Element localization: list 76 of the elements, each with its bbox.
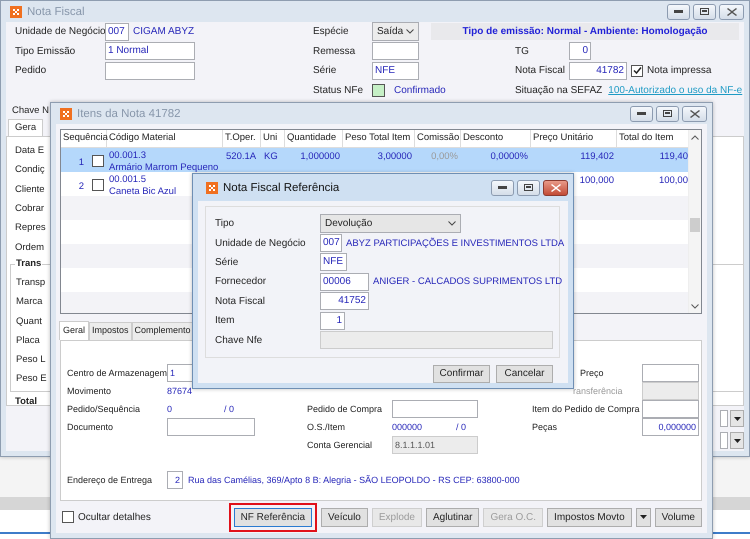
field-label: O.S./Item (307, 422, 346, 432)
field-label: Remessa (313, 46, 356, 57)
field-label: Status NFe (313, 84, 364, 96)
field-label: Unidade de Negócio (15, 26, 105, 38)
table-cell: 00.001.5 (109, 174, 146, 186)
field-label: Endereço de Entrega (67, 475, 154, 485)
table-cell: 119,402 (580, 151, 614, 162)
field-label: ransferência (573, 386, 623, 396)
table-cell: 100,000 (580, 175, 614, 186)
window-title: Nota Fiscal Referência (223, 182, 340, 194)
field-label: Ordem (15, 242, 44, 253)
business-unit-name: ABYZ PARTICIPAÇÕES E INVESTIMENTOS LTDA (346, 238, 564, 249)
field-label: Situação na SEFAZ (515, 84, 602, 96)
field-label: Chave Nfe (215, 334, 264, 346)
group-title: Trans (15, 258, 42, 269)
field-label: Documento (67, 422, 114, 432)
field-label: Placa (16, 334, 40, 346)
field-label: Tipo Emissão (15, 46, 76, 57)
field-label: Unidade de Negócio (215, 238, 307, 249)
field-value: 0 (167, 404, 174, 414)
field-label: Cobrar (15, 203, 44, 214)
field-label: Pedido/Sequência (67, 404, 142, 414)
field-label: Repres (15, 222, 46, 234)
field-value: / 0 (224, 404, 234, 414)
table-cell: 119,40 (660, 151, 688, 162)
checkbox-label: Nota impressa (647, 65, 712, 76)
field-label: Peças (532, 422, 558, 432)
table-cell: 0,0000% (490, 151, 528, 162)
table-cell: 100,00 (658, 175, 688, 186)
field-label: Cliente (15, 184, 45, 195)
field-label: Centro de Armazenagem (67, 368, 167, 378)
field-label: Conta Gerencial (307, 440, 374, 450)
field-label: Item do Pedido de Compra (532, 404, 641, 414)
business-unit-name: CIGAM ABYZ (133, 26, 194, 38)
field-value: 000000 (392, 422, 424, 432)
field-value: 87674 (167, 386, 192, 396)
field-label: Espécie (313, 26, 350, 38)
emission-banner: Tipo de emissão: Normal - Ambiente: Homologação (431, 23, 739, 40)
field-label: TG (515, 46, 530, 57)
field-label: Transp (16, 276, 46, 288)
field-label: Série (313, 65, 338, 76)
supplier-name: ANIGER - CALCADOS SUPRIMENTOS LTD (373, 276, 562, 288)
field-label: Nota Fiscal (215, 296, 266, 307)
address-text: Rua das Camélias, 369/Apto 8 B: Alegria - SÃO LEOPOLDO - RS CEP: 63800-000 (188, 475, 520, 485)
table-cell: KG (264, 151, 278, 162)
field-label: Série (215, 256, 240, 268)
field-label: Condiç (15, 164, 45, 176)
checkbox-label: Ocultar detalhes (78, 512, 151, 523)
field-label: Tipo (215, 218, 236, 230)
table-cell: 0,00% (431, 151, 458, 162)
field-label: Chave N (12, 104, 49, 116)
field-value: / 0 (456, 422, 466, 432)
field-label: Marca (16, 296, 42, 308)
field-label: Fornecedor (215, 276, 268, 288)
table-cell: 00.001.3 (109, 150, 146, 162)
field-label: Item (215, 315, 236, 326)
field-label: Peso L (16, 354, 46, 366)
table-cell: 2 (78, 180, 84, 192)
table-cell: Armário Marrom Pequeno (109, 162, 218, 174)
status-text: Confirmado (394, 84, 446, 96)
field-label: Nota Fiscal (515, 65, 566, 76)
field-label: Data E (15, 145, 44, 156)
window-title: Itens da Nota 41782 (77, 108, 182, 120)
table-cell: Caneta Bic Azul (109, 186, 176, 198)
table-cell: 1,000000 (300, 151, 340, 162)
window-title: Nota Fiscal (27, 6, 86, 18)
field-label: Pedido de Compra (307, 404, 384, 414)
table-cell: 1 (78, 156, 84, 168)
field-label: Quant (16, 316, 42, 327)
total-label: Total (15, 396, 37, 407)
field-label: Movimento (67, 386, 112, 396)
table-cell: 520.1A (226, 151, 256, 162)
field-label: Peso E (16, 373, 47, 384)
field-label: Pedido (15, 65, 48, 76)
field-label: Preço (580, 368, 604, 378)
table-cell: 3,00000 (378, 151, 412, 162)
